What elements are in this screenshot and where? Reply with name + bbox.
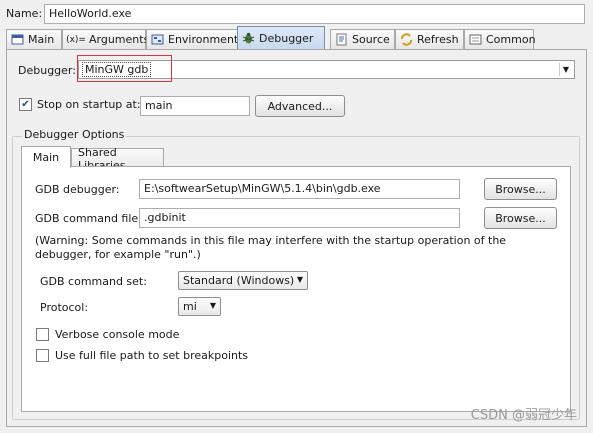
gdb-command-set-label: GDB command set: <box>40 275 147 288</box>
protocol-value: mi <box>183 300 197 313</box>
main-tab-icon <box>11 33 24 46</box>
tab-label: Debugger <box>259 31 314 45</box>
chevron-down-icon: ▼ <box>296 275 303 284</box>
stop-at-input[interactable]: main <box>140 96 250 116</box>
gdb-debugger-label: GDB debugger: <box>35 183 120 196</box>
tab-main[interactable]: Main <box>6 29 62 49</box>
chevron-down-icon: ▼ <box>559 63 572 76</box>
stop-on-startup-row: ✔ Stop on startup at: <box>19 98 141 111</box>
gdb-debugger-input[interactable]: E:\softwearSetup\MinGW\5.1.4\bin\gdb.exe <box>139 179 460 199</box>
tab-label: Main <box>28 33 55 46</box>
verbose-label: Verbose console mode <box>55 328 180 341</box>
protocol-label: Protocol: <box>40 301 89 314</box>
watermark: CSDN @弱冠少年 <box>470 408 577 423</box>
gdb-command-file-browse-button[interactable]: Browse... <box>484 207 557 229</box>
stop-on-startup-checkbox[interactable]: ✔ <box>19 98 32 111</box>
common-icon <box>469 33 482 46</box>
gdb-command-set-select[interactable]: Standard (Windows) ▼ <box>178 271 308 290</box>
tab-label: Environment <box>168 33 239 46</box>
group-title: Debugger Options <box>22 128 127 141</box>
gdb-command-file-label: GDB command file: <box>35 212 142 225</box>
full-path-row: Use full file path to set breakpoints <box>36 349 248 362</box>
gdb-command-set-value: Standard (Windows) <box>183 274 295 287</box>
verbose-checkbox[interactable] <box>36 328 49 341</box>
inner-tab-shared-libraries[interactable]: Shared Libraries <box>71 146 164 172</box>
advanced-button[interactable]: Advanced... <box>255 95 345 117</box>
name-input[interactable]: HelloWorld.exe <box>44 4 585 24</box>
full-path-checkbox[interactable] <box>36 349 49 362</box>
source-icon <box>335 33 348 46</box>
tab-refresh[interactable]: Refresh <box>395 29 464 49</box>
stop-on-startup-label: Stop on startup at: <box>37 98 141 111</box>
refresh-icon <box>400 33 413 46</box>
arguments-icon: (x)= <box>66 34 86 45</box>
verbose-row: Verbose console mode <box>36 328 179 341</box>
tab-debugger[interactable]: Debugger <box>237 26 325 50</box>
tab-common[interactable]: Common <box>464 29 536 49</box>
gdb-debugger-browse-button[interactable]: Browse... <box>484 178 557 200</box>
gdb-command-file-input[interactable]: .gdbinit <box>139 208 460 228</box>
highlight-box <box>77 55 172 82</box>
protocol-select[interactable]: mi ▼ <box>178 297 221 316</box>
tab-source[interactable]: Source <box>330 29 395 49</box>
name-label: Name: <box>6 7 43 20</box>
inner-tab-main[interactable]: Main <box>21 146 71 168</box>
launch-config-tabbar: Main (x)= Arguments Environment Debugger… <box>6 26 587 50</box>
tab-label: Source <box>352 33 390 46</box>
warning-note: (Warning: Some commands in this file may… <box>35 234 507 261</box>
full-path-label: Use full file path to set breakpoints <box>55 349 249 362</box>
tab-arguments[interactable]: (x)= Arguments <box>62 29 150 49</box>
environment-icon <box>151 33 164 46</box>
tab-label: Arguments <box>89 33 150 46</box>
debugger-label: Debugger: <box>18 64 76 77</box>
tab-environment[interactable]: Environment <box>146 29 238 49</box>
chevron-down-icon: ▼ <box>209 301 216 310</box>
tab-label: Common <box>486 33 536 46</box>
tab-label: Refresh <box>417 33 459 46</box>
debugger-bug-icon <box>242 32 255 45</box>
